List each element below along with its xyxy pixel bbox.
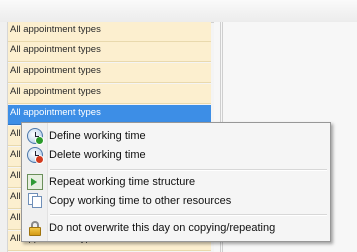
context-menu: Define working time Delete working time … [21,122,331,242]
menu-item-label: Do not overwrite this day on copying/rep… [49,222,276,234]
menu-item-delete-working-time[interactable]: Delete working time [24,145,328,165]
menu-item-copy-to-resources[interactable]: Copy working time to other resources [24,191,328,211]
menu-item-label: Repeat working time structure [49,176,196,188]
menu-separator [50,169,327,171]
working-time-slot[interactable]: All appointment types [8,22,211,42]
menu-item-do-not-overwrite[interactable]: Do not overwrite this day on copying/rep… [24,218,328,238]
menu-item-define-working-time[interactable]: Define working time [24,126,328,146]
calendar-header [0,0,357,23]
menu-separator [50,214,327,216]
lock-icon [27,220,43,236]
menu-item-label: Copy working time to other resources [49,195,232,207]
working-time-slot[interactable]: All appointment types [8,42,211,62]
copy-icon [27,193,43,209]
working-time-slot[interactable]: All appointment types [8,84,211,104]
time-gutter [0,22,8,252]
repeat-icon [27,174,43,190]
working-time-slot[interactable]: All appointment types [8,63,211,83]
menu-item-label: Delete working time [49,149,146,161]
menu-item-repeat-structure[interactable]: Repeat working time structure [24,172,328,192]
clock-add-icon [27,128,44,145]
menu-item-label: Define working time [49,130,146,142]
clock-delete-icon [27,147,44,164]
